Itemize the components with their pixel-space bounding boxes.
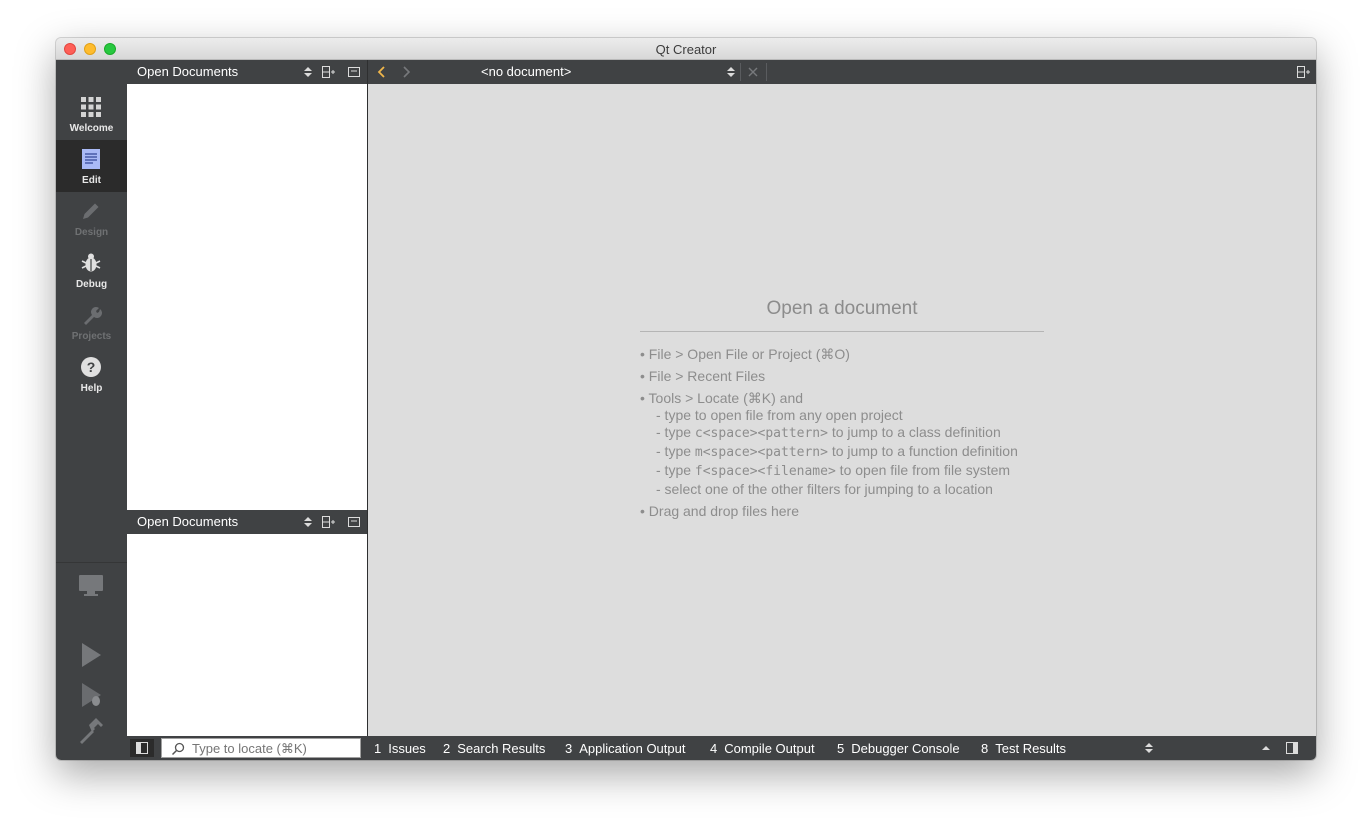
hint-recent-files: • File > Recent Files (640, 368, 766, 384)
mode-help-label: Help (80, 383, 103, 394)
mode-design-label: Design (74, 227, 109, 238)
open-documents-list-bottom[interactable] (127, 534, 367, 736)
kit-selector-monitor-icon[interactable] (74, 572, 108, 602)
sidebar: Open Documents Open Documents (127, 60, 367, 736)
open-documents-pane-title[interactable]: Open Documents (137, 514, 238, 529)
pane-selector-chevron-icon[interactable] (301, 65, 315, 79)
hint-class-definition: - type c<space><pattern> to jump to a cl… (656, 424, 1001, 441)
output-tab-issues[interactable]: 1 Issues (374, 741, 426, 756)
output-tab-test-results[interactable]: 8 Test Results (981, 741, 1066, 756)
debug-run-icon[interactable] (74, 680, 108, 710)
split-pane-icon[interactable] (321, 515, 335, 529)
toolbar-separator (766, 63, 767, 81)
editor-placeholder-title: Open a document (766, 298, 918, 319)
mode-projects[interactable]: Projects (56, 296, 127, 348)
mode-edit[interactable]: Edit (56, 140, 127, 192)
document-selector[interactable]: <no document> (481, 64, 571, 79)
close-pane-icon[interactable] (347, 65, 361, 79)
forward-chevron-icon[interactable] (399, 65, 413, 79)
mode-edit-label: Edit (82, 175, 101, 186)
mode-debug[interactable]: Debug (56, 244, 127, 296)
help-icon: ? (81, 357, 101, 377)
hint-open-file: • File > Open File or Project (⌘O) (640, 346, 850, 362)
split-pane-icon[interactable] (321, 65, 335, 79)
window-title: Qt Creator (655, 42, 717, 57)
pencil-icon (83, 203, 99, 219)
mode-help[interactable]: ? Help (56, 348, 127, 400)
mode-projects-label: Projects (71, 331, 112, 342)
mode-selector: Welcome Edit Design Debug Projects ? Hel… (56, 60, 127, 760)
hint-filesystem: - type f<space><filename> to open file f… (656, 462, 1011, 479)
document-selector-chevron-icon[interactable] (724, 65, 738, 79)
document-icon (82, 149, 100, 169)
hint-locate: • Tools > Locate (⌘K) and (640, 390, 804, 406)
editor-toolbar: <no document> (367, 60, 1316, 84)
title-bar[interactable]: Qt Creator (56, 38, 1316, 60)
close-pane-icon[interactable] (347, 515, 361, 529)
pane-selector-chevron-icon[interactable] (301, 515, 315, 529)
open-documents-pane-header-top: Open Documents (127, 60, 367, 84)
maximize-output-chevron-up-icon[interactable] (1259, 741, 1273, 755)
hint-any-project: - type to open file from any open projec… (656, 407, 903, 423)
search-icon (171, 742, 185, 756)
grid-icon (81, 97, 101, 117)
mode-debug-label: Debug (75, 279, 108, 290)
output-tab-search-results[interactable]: 2 Search Results (443, 741, 545, 756)
close-document-icon[interactable] (746, 65, 760, 79)
locator-field[interactable] (161, 738, 361, 758)
split-editor-icon[interactable] (1296, 65, 1310, 79)
mode-welcome-label: Welcome (69, 123, 114, 134)
run-icon[interactable] (74, 640, 108, 670)
placeholder-divider (640, 331, 1044, 332)
open-documents-pane-header-bottom: Open Documents (127, 510, 367, 534)
open-documents-list-top[interactable] (127, 84, 367, 510)
sidebar-splitter[interactable] (367, 60, 368, 736)
sidebar-toggle-icon (136, 742, 148, 754)
build-hammer-icon[interactable] (74, 716, 108, 746)
output-tab-compile-output[interactable]: 4 Compile Output (710, 741, 815, 756)
more-tabs-chevron-icon[interactable] (1142, 741, 1156, 755)
bug-icon (81, 253, 101, 272)
output-tab-debugger-console[interactable]: 5 Debugger Console (837, 741, 960, 756)
hint-drag-drop: • Drag and drop files here (640, 503, 799, 519)
wrench-icon (84, 307, 102, 325)
editor-area[interactable]: Open a document • File > Open File or Pr… (367, 84, 1316, 736)
toggle-right-sidebar-icon[interactable] (1285, 741, 1299, 755)
mode-design[interactable]: Design (56, 192, 127, 244)
back-chevron-icon[interactable] (375, 65, 389, 79)
toolbar-separator (740, 63, 741, 81)
qt-creator-window: Qt Creator Welcome Edit Design Debug Pro… (56, 38, 1316, 760)
output-tab-application-output[interactable]: 3 Application Output (565, 741, 685, 756)
output-pane-bar: 1Issues 2Search Results 3Application Out… (127, 736, 1316, 760)
svg-text:?: ? (87, 359, 96, 375)
toggle-sidebar-button[interactable] (130, 739, 154, 757)
open-documents-pane-title[interactable]: Open Documents (137, 64, 238, 79)
locator-input[interactable] (192, 741, 357, 756)
mode-separator (56, 562, 127, 563)
hint-function-definition: - type m<space><pattern> to jump to a fu… (656, 443, 1018, 460)
mode-welcome[interactable]: Welcome (56, 88, 127, 140)
hint-other-filters: - select one of the other filters for ju… (656, 481, 993, 497)
